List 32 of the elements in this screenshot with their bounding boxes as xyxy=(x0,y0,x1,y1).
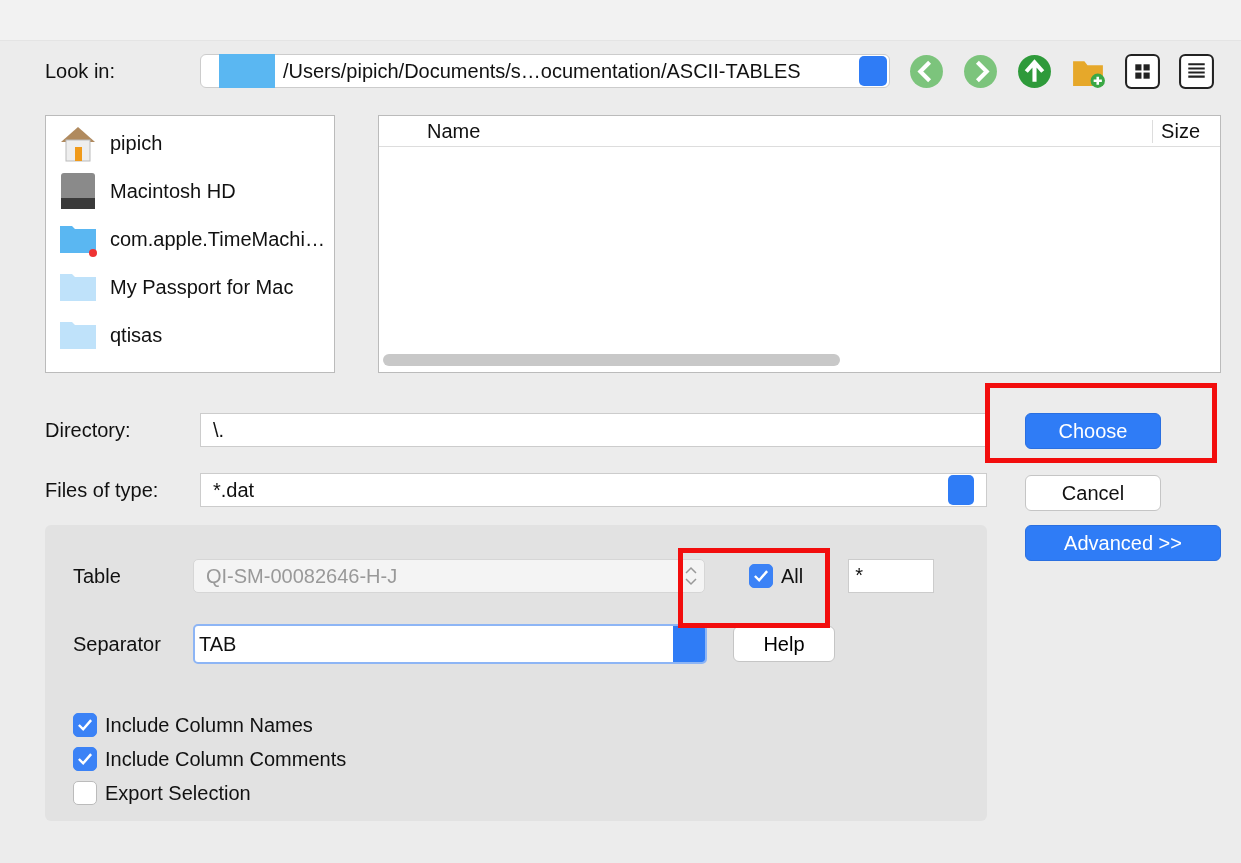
checkbox[interactable] xyxy=(73,747,97,771)
place-item[interactable]: qtisas xyxy=(110,323,163,347)
place-item[interactable]: pipich xyxy=(110,131,163,155)
column-header[interactable]: Size xyxy=(1152,119,1220,143)
checkbox-label: Include Column Comments xyxy=(105,747,347,771)
directory-label: Directory: xyxy=(45,418,132,442)
file-type-dropdown[interactable]: *.dat xyxy=(200,473,987,507)
place-item[interactable]: Macintosh HD xyxy=(110,179,236,203)
separator-dropdown[interactable]: TAB xyxy=(193,624,707,664)
checkbox[interactable] xyxy=(73,713,97,737)
advanced-button[interactable]: Advanced >> xyxy=(1025,525,1221,561)
hard-drive-icon xyxy=(58,172,98,210)
directory-field[interactable]: \. xyxy=(200,413,987,447)
folder-icon xyxy=(219,54,275,88)
all-label: All xyxy=(781,564,804,588)
checkbox-label: Export Selection xyxy=(105,781,251,805)
icon-view-icon[interactable] xyxy=(1124,52,1161,90)
look-in-label: Look in: xyxy=(45,59,117,83)
place-item[interactable]: com.apple.TimeMachi… xyxy=(110,227,325,251)
cancel-button[interactable]: Cancel xyxy=(1025,475,1161,511)
help-button[interactable]: Help xyxy=(733,626,835,662)
list-view-icon[interactable] xyxy=(1178,52,1215,90)
separator-label: Separator xyxy=(73,632,162,656)
choose-button[interactable]: Choose xyxy=(1025,413,1161,449)
look-in-dropdown[interactable]: /Users/pipich/Documents/s…ocumentation/ASCII-TABLES xyxy=(200,54,890,88)
column-header[interactable]: Name xyxy=(379,119,1153,143)
checkbox-label: Include Column Names xyxy=(105,713,313,737)
table-label: Table xyxy=(73,564,122,588)
scrollbar[interactable] xyxy=(383,354,840,366)
checkbox[interactable] xyxy=(73,781,97,805)
place-item[interactable]: My Passport for Mac xyxy=(110,275,294,299)
files-of-type-label: Files of type: xyxy=(45,478,160,502)
